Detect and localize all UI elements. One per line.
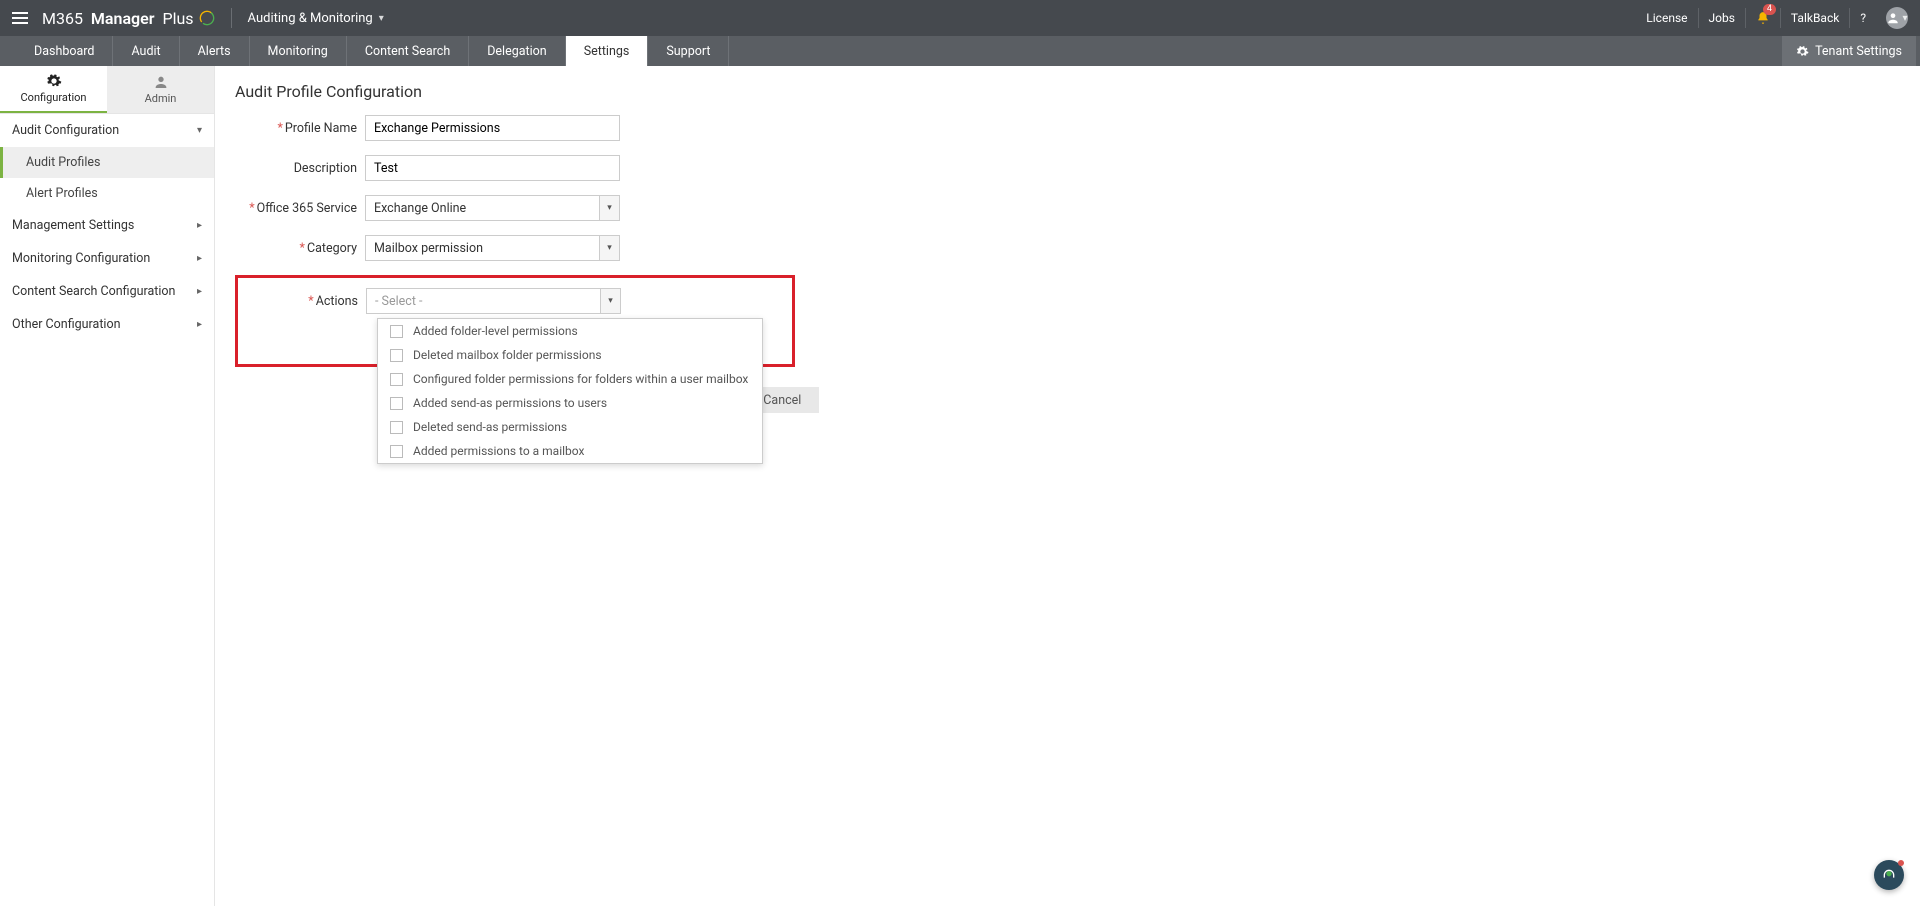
menu-icon[interactable]	[12, 12, 28, 24]
label-service: *Office 365 Service	[235, 201, 365, 216]
tab-content-search[interactable]: Content Search	[347, 36, 469, 66]
gear-icon	[46, 73, 62, 89]
side-tab-admin-label: Admin	[145, 92, 177, 105]
checkbox[interactable]	[390, 445, 403, 458]
jobs-link[interactable]: Jobs	[1698, 8, 1745, 28]
topbar: M365 Manager Plus Auditing & Monitoring …	[0, 0, 1920, 36]
status-dot	[1898, 860, 1904, 866]
tab-dashboard[interactable]: Dashboard	[16, 36, 113, 66]
sidebar-group-label: Management Settings	[12, 218, 134, 233]
actions-select[interactable]: - Select - ▾	[366, 288, 621, 314]
action-option-label: Deleted mailbox folder permissions	[413, 348, 602, 362]
tab-settings[interactable]: Settings	[566, 36, 649, 66]
checkbox[interactable]	[390, 373, 403, 386]
tab-audit[interactable]: Audit	[113, 36, 179, 66]
chevron-down-icon: ▾	[197, 125, 202, 136]
sidebar-group-monitoring[interactable]: Monitoring Configuration ▸	[0, 242, 214, 275]
notifications-button[interactable]: 4	[1745, 8, 1780, 28]
tab-monitoring[interactable]: Monitoring	[250, 36, 347, 66]
user-icon	[153, 74, 169, 90]
brand-suffix: Plus	[162, 9, 193, 28]
action-option[interactable]: Deleted send-as permissions	[378, 415, 762, 439]
chevron-down-icon[interactable]: ▾	[599, 196, 619, 220]
help-link[interactable]: ?	[1849, 8, 1876, 28]
category-select[interactable]: Mailbox permission ▾	[365, 235, 620, 261]
profile-name-input[interactable]	[365, 115, 620, 141]
talkback-link[interactable]: TalkBack	[1780, 8, 1849, 28]
tenant-settings-button[interactable]: Tenant Settings	[1782, 36, 1916, 66]
chevron-right-icon: ▸	[197, 286, 202, 297]
sidebar-item-audit-profiles[interactable]: Audit Profiles	[0, 147, 214, 178]
sidebar-group-management[interactable]: Management Settings ▸	[0, 209, 214, 242]
service-value: Exchange Online	[366, 201, 599, 216]
logo-swoosh-icon	[199, 10, 215, 26]
action-option-label: Deleted send-as permissions	[413, 420, 567, 434]
side-tab-admin[interactable]: Admin	[107, 66, 214, 113]
category-value: Mailbox permission	[366, 241, 599, 256]
brand-main: Manager	[91, 9, 155, 28]
side-tab-configuration[interactable]: Configuration	[0, 66, 107, 113]
action-option-label: Configured folder permissions for folder…	[413, 372, 748, 386]
action-option[interactable]: Added folder-level permissions	[378, 319, 762, 343]
tenant-settings-label: Tenant Settings	[1815, 44, 1902, 59]
action-option-label: Added permissions to a mailbox	[413, 444, 584, 458]
chevron-right-icon: ▸	[197, 319, 202, 330]
user-icon	[1886, 11, 1900, 25]
action-option[interactable]: Added send-as permissions to users	[378, 391, 762, 415]
service-select[interactable]: Exchange Online ▾	[365, 195, 620, 221]
chevron-down-icon: ▾	[1902, 13, 1907, 24]
sidebar-group-other[interactable]: Other Configuration ▸	[0, 308, 214, 341]
gear-icon	[1796, 45, 1809, 58]
sidebar-group-label: Monitoring Configuration	[12, 251, 150, 266]
tab-delegation[interactable]: Delegation	[469, 36, 565, 66]
label-description: Description	[235, 161, 365, 176]
checkbox[interactable]	[390, 349, 403, 362]
actions-highlight: *Actions - Select - ▾ Added folder-level…	[235, 275, 795, 367]
nav-bar: Dashboard Audit Alerts Monitoring Conten…	[0, 36, 1920, 66]
action-option[interactable]: Deleted mailbox folder permissions	[378, 343, 762, 367]
tab-alerts[interactable]: Alerts	[180, 36, 250, 66]
sidebar-group-label: Content Search Configuration	[12, 284, 175, 299]
divider	[231, 8, 232, 28]
sidebar-group-label: Audit Configuration	[12, 123, 119, 138]
chat-fab[interactable]	[1874, 860, 1904, 890]
action-option[interactable]: Configured folder permissions for folder…	[378, 367, 762, 391]
chevron-right-icon: ▸	[197, 253, 202, 264]
actions-dropdown-panel[interactable]: Added folder-level permissions Deleted m…	[377, 318, 763, 464]
sidebar-group-content-search[interactable]: Content Search Configuration ▸	[0, 275, 214, 308]
main-content: Audit Profile Configuration *Profile Nam…	[215, 66, 1920, 906]
tab-support[interactable]: Support	[648, 36, 729, 66]
label-category: *Category	[235, 241, 365, 256]
description-input[interactable]	[365, 155, 620, 181]
sidebar-group-label: Other Configuration	[12, 317, 121, 332]
license-link[interactable]: License	[1636, 8, 1697, 28]
actions-value: - Select -	[367, 294, 600, 309]
chevron-right-icon: ▸	[197, 220, 202, 231]
label-profile-name: *Profile Name	[235, 121, 365, 136]
action-option-label: Added folder-level permissions	[413, 324, 578, 338]
chevron-down-icon[interactable]: ▾	[599, 236, 619, 260]
section-dropdown[interactable]: Auditing & Monitoring ▾	[248, 11, 384, 26]
section-label: Auditing & Monitoring	[248, 11, 373, 26]
action-option-label: Added send-as permissions to users	[413, 396, 607, 410]
checkbox[interactable]	[390, 325, 403, 338]
user-menu[interactable]: ▾	[1886, 7, 1908, 29]
brand-prefix: M365	[42, 9, 83, 28]
brand-logo[interactable]: M365 Manager Plus	[42, 9, 215, 28]
action-option[interactable]: Added permissions to a mailbox	[378, 439, 762, 463]
side-tab-config-label: Configuration	[21, 91, 87, 104]
label-actions: *Actions	[248, 294, 366, 309]
sidebar-group-audit-config[interactable]: Audit Configuration ▾	[0, 114, 214, 147]
page-title: Audit Profile Configuration	[235, 82, 1900, 101]
sidebar: Configuration Admin Audit Configuration …	[0, 66, 215, 906]
checkbox[interactable]	[390, 421, 403, 434]
headset-icon	[1881, 867, 1897, 883]
chevron-down-icon[interactable]: ▾	[600, 289, 620, 313]
chevron-down-icon: ▾	[379, 13, 384, 24]
notif-badge: 4	[1763, 4, 1776, 15]
checkbox[interactable]	[390, 397, 403, 410]
top-links: License Jobs 4 TalkBack ?	[1636, 8, 1876, 28]
sidebar-item-alert-profiles[interactable]: Alert Profiles	[0, 178, 214, 209]
